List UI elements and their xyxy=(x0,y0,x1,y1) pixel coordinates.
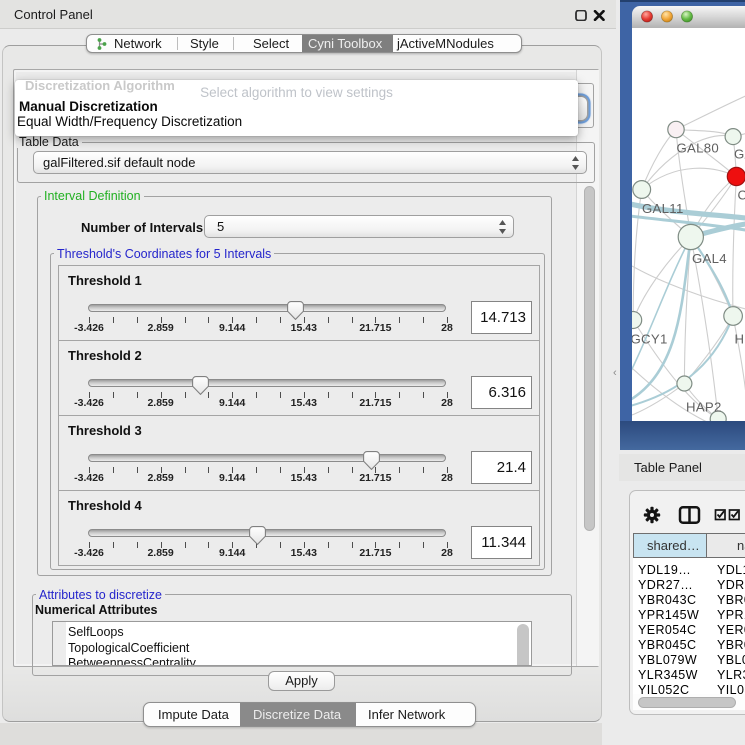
svg-text:H: H xyxy=(734,332,744,347)
svg-text:C: C xyxy=(737,188,745,203)
svg-text:HAP2: HAP2 xyxy=(686,400,722,415)
svg-text:GCY1: GCY1 xyxy=(632,332,668,347)
svg-text:GA: GA xyxy=(734,147,745,162)
svg-text:GAL4: GAL4 xyxy=(692,251,727,266)
svg-text:GAL11: GAL11 xyxy=(642,201,684,216)
svg-text:GAL80: GAL80 xyxy=(676,141,719,156)
